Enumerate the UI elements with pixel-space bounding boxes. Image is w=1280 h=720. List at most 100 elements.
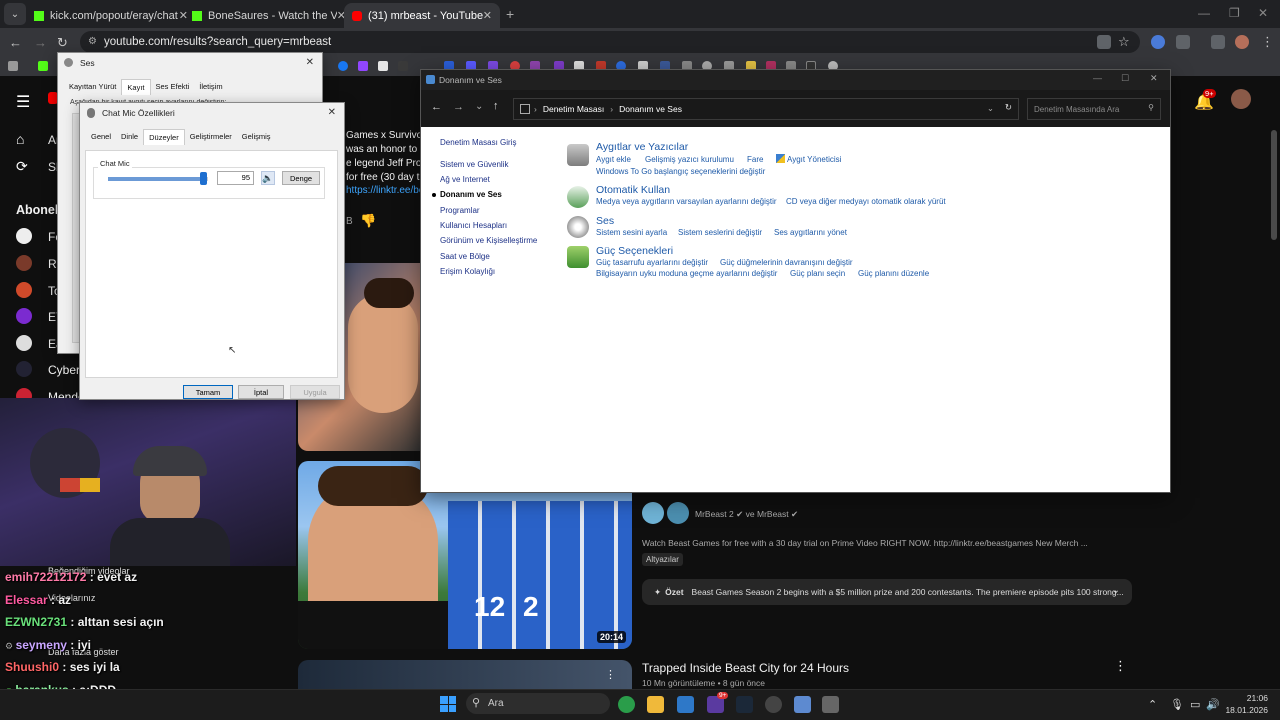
extension-icon[interactable] — [1151, 35, 1165, 49]
video-title[interactable]: Trapped Inside Beast City for 24 Hours — [642, 661, 849, 675]
youtube-logo-icon[interactable] — [48, 92, 58, 104]
link-add-device[interactable]: Aygıt ekle — [596, 155, 631, 164]
channel-names[interactable]: MrBeast 2 ✔ ve MrBeast ✔ — [695, 509, 798, 520]
minimize-icon[interactable]: — — [1093, 73, 1102, 83]
back-icon[interactable]: ← — [431, 101, 442, 113]
speaker-icon[interactable] — [567, 216, 589, 238]
tab-bonesaures[interactable]: BoneSaures - Watch the VOD o ✕ — [184, 3, 354, 28]
tab-levels[interactable]: Düzeyler — [143, 129, 185, 145]
extensions-puzzle-icon[interactable] — [1176, 35, 1190, 49]
tab-kick-chat[interactable]: kick.com/popout/eray/chat ✕ — [26, 3, 196, 28]
tab-playback[interactable]: Kayıttan Yürüt — [64, 79, 121, 95]
minimize-icon[interactable]: — — [1198, 6, 1210, 20]
bookmark-kick-icon[interactable] — [38, 61, 48, 71]
link-change-sleep[interactable]: Bilgisayarın uyku moduna geçme ayarların… — [596, 269, 777, 278]
sidebar-item-user-accounts[interactable]: Kullanıcı Hesapları — [440, 221, 507, 230]
forward-icon[interactable]: → — [453, 101, 464, 113]
tab-advanced[interactable]: Gelişmiş — [237, 129, 276, 145]
link-choose-power-plan[interactable]: Güç planı seçin — [790, 269, 845, 278]
page-scrollbar[interactable] — [1271, 130, 1277, 240]
channel-avatar[interactable] — [16, 361, 32, 377]
bookmark-icon[interactable] — [398, 61, 408, 71]
channel-name[interactable]: MrBeast 2 — [695, 509, 734, 519]
reading-list-icon[interactable] — [1211, 35, 1225, 49]
link-windows-to-go[interactable]: Windows To Go başlangıç seçeneklerini de… — [596, 167, 765, 176]
channel-avatar[interactable] — [16, 255, 32, 271]
category-sound[interactable]: Ses — [596, 215, 614, 227]
control-panel-search[interactable]: Denetim Masasında Ara ⚲ — [1027, 98, 1161, 120]
chat-username[interactable]: Elessar — [5, 593, 48, 607]
breadcrumb-item[interactable]: Denetim Masası — [543, 104, 604, 114]
recent-locations-icon[interactable]: ⌄ — [475, 101, 483, 112]
control-panel-address-bar[interactable]: › Denetim Masası › Donanım ve Ses ⌄ ↻ — [513, 98, 1019, 120]
link-autoplay-cd[interactable]: CD veya diğer medyayı otomatik olarak yü… — [786, 197, 946, 206]
category-devices-printers[interactable]: Aygıtlar ve Yazıcılar — [596, 141, 688, 153]
chat-username[interactable]: emih72212172 — [5, 570, 86, 584]
chevron-down-icon[interactable]: ⌄ — [1112, 585, 1120, 596]
sidebar-item-hardware-sound[interactable]: Donanım ve Ses — [440, 190, 502, 199]
channel-avatar[interactable] — [16, 228, 32, 244]
link-manage-audio-devices[interactable]: Ses aygıtlarını yönet — [774, 228, 847, 237]
dislike-icon[interactable]: 👎 — [360, 213, 376, 229]
store-taskbar-icon[interactable] — [677, 696, 694, 713]
sound-taskbar-icon[interactable] — [822, 696, 839, 713]
sidebar-item-security[interactable]: Sistem ve Güvenlik — [440, 160, 508, 169]
printer-icon[interactable] — [567, 144, 589, 166]
autoplay-icon[interactable] — [567, 186, 589, 208]
forward-icon[interactable]: → — [34, 35, 47, 50]
link-advanced-printer-setup[interactable]: Gelişmiş yazıcı kurulumu — [645, 155, 734, 164]
tab-listen[interactable]: Dinle — [116, 129, 143, 145]
channel-avatar-mrbeast2[interactable] — [642, 502, 664, 524]
tab-recording[interactable]: Kayıt — [121, 79, 151, 95]
close-icon[interactable]: ✕ — [328, 107, 336, 118]
sidebar-item-ease-of-access[interactable]: Erişim Kolaylığı — [440, 267, 495, 276]
apps-grid-icon[interactable] — [8, 61, 18, 71]
tray-overflow-icon[interactable]: ⌃ — [1148, 698, 1157, 711]
chrome-taskbar-icon[interactable] — [618, 696, 635, 713]
mic-level-track[interactable] — [108, 177, 208, 181]
channel-avatar[interactable] — [16, 282, 32, 298]
balance-button[interactable]: Denge — [282, 171, 320, 185]
channel-avatar[interactable] — [16, 308, 32, 324]
bookmark-icon[interactable] — [378, 61, 388, 71]
link-power-buttons[interactable]: Güç düğmelerinin davranışını değiştir — [720, 258, 853, 267]
maximize-icon[interactable]: ☐ — [1121, 73, 1129, 84]
cancel-button[interactable]: İptal — [238, 385, 284, 399]
close-icon[interactable]: ✕ — [1150, 73, 1158, 84]
close-icon[interactable]: ✕ — [306, 57, 314, 68]
more-options-icon[interactable]: ⋮ — [605, 668, 616, 681]
address-bar[interactable]: ⚙ youtube.com/results?search_query=mrbea… — [80, 31, 1140, 53]
maximize-icon[interactable]: ❐ — [1229, 6, 1240, 20]
bookmark-twitch-icon[interactable] — [358, 61, 368, 71]
mute-speaker-icon[interactable]: 🔈 — [261, 171, 275, 185]
link-change-media-defaults[interactable]: Medya veya aygıtların varsayılan ayarlar… — [596, 197, 777, 206]
control-panel-taskbar-icon[interactable] — [794, 696, 811, 713]
power-icon[interactable] — [567, 246, 589, 268]
account-avatar[interactable] — [1231, 89, 1251, 109]
link-mouse[interactable]: Fare — [747, 155, 763, 164]
shorts-icon[interactable]: ⟳ — [16, 158, 32, 174]
profile-avatar[interactable] — [1235, 35, 1249, 49]
channel-avatar-mrbeast[interactable] — [667, 502, 689, 524]
breadcrumb-item[interactable]: Donanım ve Ses — [619, 104, 682, 114]
refresh-icon[interactable]: ↻ — [1005, 102, 1012, 113]
up-folder-icon[interactable]: ↑ — [493, 100, 499, 112]
tab-general[interactable]: Genel — [86, 129, 116, 145]
link-change-battery-settings[interactable]: Güç tasarrufu ayarlarını değiştir — [596, 258, 708, 267]
tab-communications[interactable]: İletişim — [194, 79, 227, 95]
chat-username[interactable]: seymeny — [16, 638, 67, 652]
ai-summary[interactable]: ✦ Özet Beast Games Season 2 begins with … — [642, 579, 1132, 605]
bookmark-facebook-icon[interactable] — [338, 61, 348, 71]
display-tray-icon[interactable]: ▭ — [1190, 698, 1200, 711]
category-power-options[interactable]: Güç Seçenekleri — [596, 245, 673, 257]
sidebar-item-network[interactable]: Ağ ve Internet — [440, 175, 490, 184]
tab-enhancements[interactable]: Geliştirmeler — [185, 129, 237, 145]
channel-name[interactable]: MrBeast — [757, 509, 789, 519]
site-info-icon[interactable]: ⚙ — [88, 36, 97, 47]
back-icon[interactable]: ← — [9, 35, 22, 50]
start-windows-icon[interactable] — [440, 696, 456, 712]
new-tab-button[interactable]: + — [506, 6, 514, 22]
hamburger-menu-icon[interactable]: ☰ — [16, 92, 32, 111]
tab-close-icon[interactable]: ✕ — [483, 9, 492, 22]
more-options-icon[interactable]: ⋮ — [1114, 658, 1127, 674]
